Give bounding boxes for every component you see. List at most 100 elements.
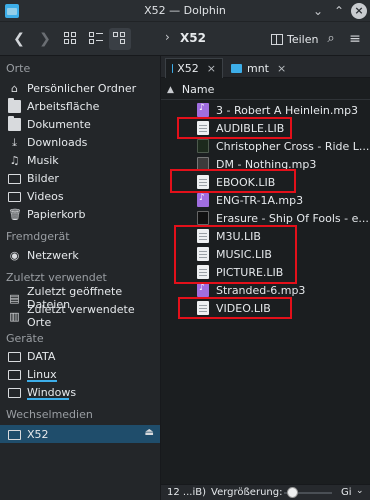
home-icon: ⌂: [11, 81, 18, 95]
videos-icon: [8, 192, 21, 202]
recent-places-icon: ▥: [9, 309, 20, 323]
file-name: ENG-TR-1A.mp3: [216, 193, 304, 207]
tab-mnt[interactable]: mnt ×: [225, 58, 295, 78]
file-name: MUSIC.LIB: [216, 247, 272, 261]
list-icon: [89, 32, 103, 46]
music-icon: ♫: [9, 153, 20, 167]
documents-icon: [8, 115, 21, 131]
sidebar-item-label: DATA: [27, 349, 56, 363]
hamburger-menu-icon[interactable]: ≡: [346, 28, 364, 50]
lib-file-icon: [197, 265, 209, 279]
status-bar: 12 ...iB) Vergrößerung: Gi ⌄: [161, 484, 370, 500]
breadcrumb-current[interactable]: X52: [180, 31, 206, 45]
split-view-icon: [271, 33, 283, 45]
status-info: 12 ...iB): [167, 487, 206, 498]
file-name: Stranded-6.mp3: [216, 283, 306, 297]
places-heading: Orte: [6, 62, 31, 75]
list-item[interactable]: PICTURE.LIB: [161, 263, 370, 281]
column-header-label: Name: [181, 83, 215, 96]
sidebar-item-videos[interactable]: Videos: [0, 187, 160, 205]
name-column-header[interactable]: ▲ Name: [161, 80, 370, 100]
zoom-slider-handle[interactable]: [287, 487, 298, 498]
disk-usage-bar: [27, 380, 57, 382]
devices-heading: Geräte: [6, 332, 44, 345]
list-item[interactable]: Erasure - Ship Of Fools - e....mp4: [161, 209, 370, 227]
list-item[interactable]: VIDEO.LIB: [161, 299, 370, 317]
lib-file-icon: [197, 247, 209, 261]
sidebar-item-label: Musik: [27, 153, 59, 167]
sidebar-item-label: Zuletzt verwendete Orte: [27, 303, 135, 329]
list-item[interactable]: MUSIC.LIB: [161, 245, 370, 263]
sidebar-item-downloads[interactable]: ⤓ Downloads: [0, 133, 160, 151]
file-name: DM - Nothing.mp3: [216, 157, 317, 171]
details-view-button[interactable]: [109, 28, 131, 50]
zoom-label: Vergrößerung:: [211, 487, 283, 498]
sidebar-item-x52[interactable]: X52 ⏏: [0, 425, 160, 443]
list-item[interactable]: Stranded-6.mp3: [161, 281, 370, 299]
list-item[interactable]: 3 - Robert A Heinlein.mp3: [161, 101, 370, 119]
eject-icon[interactable]: ⏏: [145, 427, 154, 438]
file-name: PICTURE.LIB: [216, 265, 284, 279]
audio-file-icon: [197, 103, 209, 117]
sidebar-item-linux[interactable]: Linux: [0, 365, 160, 383]
close-tab-icon[interactable]: ×: [277, 62, 286, 75]
sidebar-item-trash[interactable]: 🗑 Papierkorb: [0, 205, 160, 223]
drive-icon: [8, 352, 21, 362]
tab-label: mnt: [247, 61, 269, 75]
audio-file-icon: [197, 193, 209, 207]
disk-usage-bar: [27, 398, 69, 400]
sidebar-item-label: Arbeitsfläche: [27, 99, 100, 113]
chevron-down-icon[interactable]: ⌄: [356, 486, 364, 496]
free-space-label: Gi: [341, 487, 352, 498]
split-button-label: Teilen: [287, 32, 319, 46]
tree-icon: [113, 32, 127, 46]
tab-x52[interactable]: X52 ×: [165, 58, 223, 78]
toolbar: ❮ ❯ › X52 Teilen ⌕ ≡: [0, 22, 370, 56]
sidebar-item-label: Linux: [27, 367, 57, 381]
close-tab-icon[interactable]: ×: [207, 62, 216, 75]
file-view: X52 × mnt × ▲ Name 3 - Robert A Heinlein…: [161, 56, 370, 484]
minimize-icon[interactable]: ⌄: [310, 3, 326, 19]
sidebar-item-music[interactable]: ♫ Musik: [0, 151, 160, 169]
folder-icon: [231, 63, 242, 73]
drive-icon: [8, 388, 21, 398]
sidebar-item-data[interactable]: DATA: [0, 347, 160, 365]
audio-file-icon: [197, 283, 209, 297]
desktop-icon: [8, 97, 21, 113]
lib-file-icon: [197, 121, 209, 135]
sidebar-item-desktop[interactable]: Arbeitsfläche: [0, 97, 160, 115]
file-name: EBOOK.LIB: [216, 175, 276, 189]
maximize-icon[interactable]: ⌃: [331, 3, 347, 19]
list-item[interactable]: EBOOK.LIB: [161, 173, 370, 191]
sidebar-item-network[interactable]: ◉ Netzwerk: [0, 246, 160, 264]
file-name: M3U.LIB: [216, 229, 261, 243]
back-button[interactable]: ❮: [10, 28, 28, 50]
sidebar-item-recent-places[interactable]: ▥ Zuletzt verwendete Orte: [0, 303, 160, 329]
sidebar-item-windows[interactable]: Windows: [0, 383, 160, 401]
breadcrumb-arrow-icon: ›: [165, 30, 170, 44]
list-item[interactable]: Christopher Cross - Ride L....mp4: [161, 137, 370, 155]
lib-file-icon: [197, 229, 209, 243]
download-icon: ⤓: [12, 135, 17, 149]
sidebar-item-pictures[interactable]: Bilder: [0, 169, 160, 187]
forward-button[interactable]: ❯: [36, 28, 54, 50]
sidebar-item-label: Papierkorb: [27, 207, 86, 221]
search-icon[interactable]: ⌕: [322, 28, 340, 50]
list-item[interactable]: ENG-TR-1A.mp3: [161, 191, 370, 209]
list-item[interactable]: AUDIBLE.LIB: [161, 119, 370, 137]
close-icon[interactable]: ×: [351, 3, 367, 19]
sort-ascending-icon: ▲: [167, 84, 174, 95]
list-item[interactable]: DM - Nothing.mp3: [161, 155, 370, 173]
split-button[interactable]: Teilen: [271, 29, 318, 49]
lib-file-icon: [197, 301, 209, 315]
video-thumbnail-icon: [197, 139, 209, 153]
list-item[interactable]: M3U.LIB: [161, 227, 370, 245]
compact-view-button[interactable]: [85, 28, 107, 50]
icons-view-button[interactable]: [60, 28, 82, 50]
sidebar-item-home[interactable]: ⌂ Persönlicher Ordner: [0, 79, 160, 97]
file-name: AUDIBLE.LIB: [216, 121, 285, 135]
sidebar-item-label: Videos: [27, 189, 64, 203]
sidebar-item-label: Dokumente: [27, 117, 91, 131]
sidebar-item-documents[interactable]: Dokumente: [0, 115, 160, 133]
recent-files-icon: ▤: [9, 291, 20, 305]
